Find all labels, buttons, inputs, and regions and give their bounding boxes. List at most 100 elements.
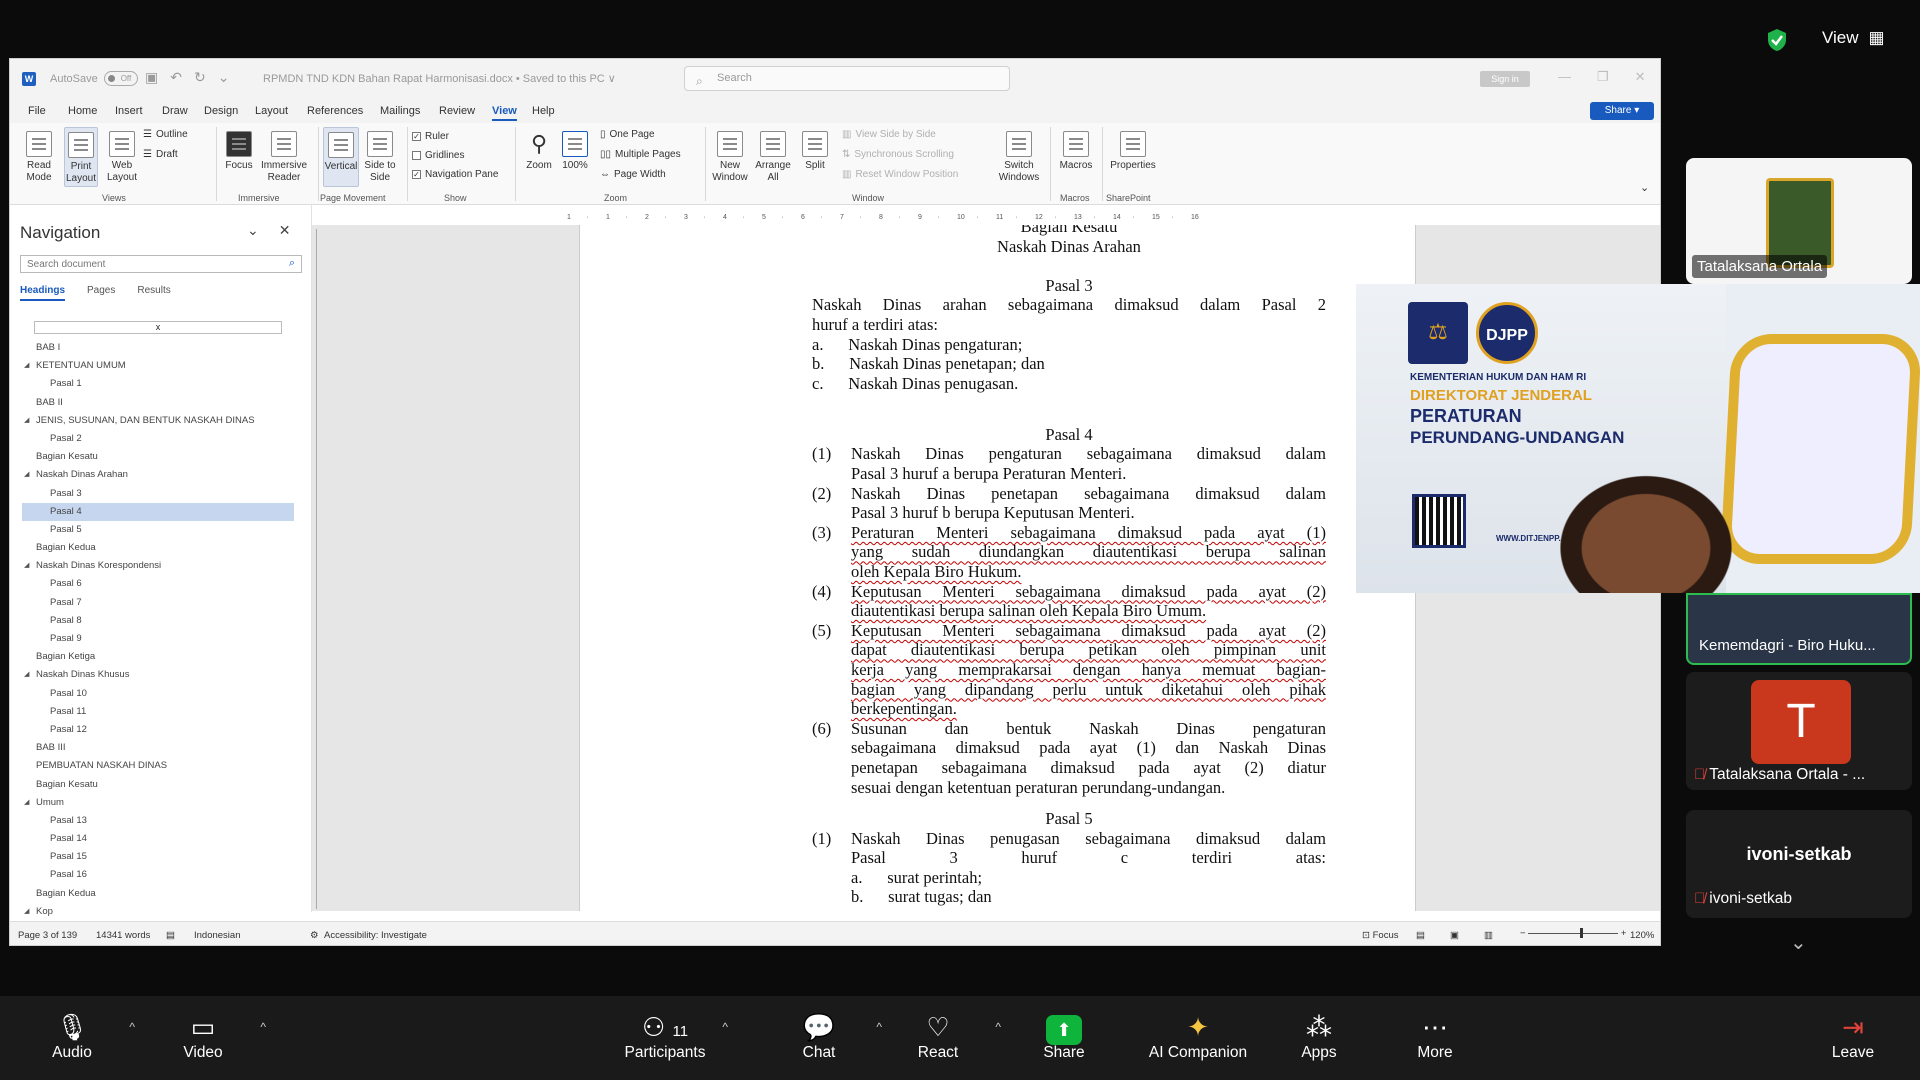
vertical-ruler[interactable] — [316, 229, 326, 909]
redo-icon[interactable]: ↻ — [194, 69, 206, 86]
more-button[interactable]: ⋯ More — [1380, 1010, 1490, 1062]
page-width-button[interactable]: ⇔ Page Width — [600, 169, 666, 180]
sync-scrolling-button[interactable]: ⇅ Synchronous Scrolling — [842, 149, 954, 160]
zoom-level[interactable]: 120% — [1630, 930, 1654, 941]
switch-windows-button[interactable]: Switch Windows — [996, 131, 1042, 184]
leave-button[interactable]: ⇥ Leave — [1798, 1010, 1908, 1062]
tab-mailings[interactable]: Mailings — [380, 105, 420, 117]
web-layout-icon[interactable]: ▥ — [1484, 930, 1493, 941]
nav-filter-box[interactable]: x — [34, 321, 282, 334]
web-layout-button[interactable]: Web Layout — [104, 131, 140, 184]
customize-icon[interactable]: ⌄ — [218, 69, 230, 86]
vertical-button[interactable]: Vertical — [323, 127, 359, 187]
video-tile-tatalaksana-2[interactable]: T 🎙̸ Tatalaksana Ortala - ... — [1686, 672, 1912, 790]
nav-heading-item[interactable]: ◢ Umum — [22, 794, 294, 812]
video-tile-kemendagri[interactable]: Kememdagri - Biro Huku... — [1686, 593, 1912, 665]
nav-heading-item[interactable]: BAB III — [22, 739, 294, 757]
nav-heading-item[interactable]: ◢ KETENTUAN UMUM — [22, 357, 294, 375]
autosave-toggle[interactable]: AutoSave Off — [50, 71, 138, 86]
minimize-icon[interactable]: — — [1558, 69, 1571, 85]
word-count[interactable]: 14341 words — [96, 930, 150, 941]
chat-caret-icon[interactable]: ^ — [876, 1020, 882, 1034]
tab-layout[interactable]: Layout — [255, 105, 288, 117]
tab-insert[interactable]: Insert — [115, 105, 143, 117]
tab-view[interactable]: View — [492, 105, 517, 121]
document-page[interactable]: Bagian Kesatu Naskah Dinas Arahan Pasal 3N… — [579, 225, 1416, 911]
tab-help[interactable]: Help — [532, 105, 555, 117]
nav-heading-item[interactable]: Pasal 10 — [22, 685, 294, 703]
nav-heading-item[interactable]: ◢ Kop — [22, 903, 294, 921]
react-button[interactable]: ♡ React ^ — [883, 1010, 1001, 1062]
horizontal-ruler[interactable]: 1 · 1 · 2 · 3 · 4 · 5 · 6 · 7 · 8 · 9 · 10 · 11 · 12 · 13 · 14 · 15 · 16 — [312, 213, 1660, 225]
collapse-caret-icon[interactable]: ◢ — [24, 412, 29, 430]
search-icon[interactable]: ⌕ — [289, 257, 295, 270]
tab-design[interactable]: Design — [204, 105, 238, 117]
nav-heading-item[interactable]: ◢ Naskah Dinas Korespondensi — [22, 557, 294, 575]
nav-heading-item[interactable]: BAB II — [22, 394, 294, 412]
print-layout-icon[interactable]: ▣ — [1450, 930, 1459, 941]
page-count[interactable]: Page 3 of 139 — [18, 930, 77, 941]
react-caret-icon[interactable]: ^ — [995, 1020, 1001, 1034]
video-tile-tatalaksana[interactable]: Tatalaksana Ortala — [1686, 158, 1912, 284]
reset-window-button[interactable]: ▥ Reset Window Position — [842, 169, 958, 180]
properties-button[interactable]: Properties — [1108, 131, 1158, 172]
nav-heading-item[interactable]: Bagian Kesatu — [22, 776, 294, 794]
nav-heading-item[interactable]: Pasal 5 — [22, 521, 294, 539]
close-icon[interactable]: ✕ — [279, 222, 291, 239]
video-tile-ivoni[interactable]: ivoni-setkab 🎙̸ ivoni-setkab — [1686, 810, 1912, 918]
tab-pages[interactable]: Pages — [87, 285, 115, 301]
nav-heading-item[interactable]: Bagian Kedua — [22, 885, 294, 903]
apps-button[interactable]: ⁂ Apps — [1264, 1010, 1374, 1062]
tab-headings[interactable]: Headings — [20, 285, 66, 301]
nav-heading-item[interactable]: Pasal 8 — [22, 612, 294, 630]
chevron-down-icon[interactable]: ⌄ — [247, 222, 259, 239]
autosave-state[interactable]: Off — [103, 71, 138, 86]
print-layout-button[interactable]: Print Layout — [64, 127, 98, 187]
gridlines-checkbox[interactable]: Gridlines — [412, 150, 464, 161]
share-button[interactable]: Share ▾ — [1590, 102, 1654, 120]
nav-heading-item[interactable]: Pasal 16 — [22, 866, 294, 884]
undo-icon[interactable]: ↶ — [170, 69, 182, 86]
collapse-caret-icon[interactable]: ◢ — [24, 466, 29, 484]
nav-heading-item[interactable]: ◢ Naskah Dinas Khusus — [22, 666, 294, 684]
tab-draw[interactable]: Draw — [162, 105, 188, 117]
draft-button[interactable]: ☰ Draft — [143, 149, 178, 160]
video-button[interactable]: ▭ Video ^ — [148, 1010, 266, 1062]
collapse-caret-icon[interactable]: ◢ — [24, 903, 29, 921]
nav-heading-item[interactable]: ◢ Naskah Dinas Arahan — [22, 466, 294, 484]
nav-heading-item[interactable]: Pasal 12 — [22, 721, 294, 739]
tab-references[interactable]: References — [307, 105, 363, 117]
nav-heading-item[interactable]: Pasal 2 — [22, 430, 294, 448]
tab-home[interactable]: Home — [68, 105, 97, 117]
read-mode-button[interactable]: Read Mode — [22, 131, 56, 184]
focus-mode[interactable]: ⊡ Focus — [1362, 930, 1398, 941]
chat-button[interactable]: 💬 Chat ^ — [764, 1010, 882, 1062]
read-mode-icon[interactable]: ▤ — [1416, 930, 1425, 941]
nav-heading-item[interactable]: Bagian Ketiga — [22, 648, 294, 666]
collapse-ribbon-icon[interactable]: ⌄ — [1640, 181, 1649, 194]
multiple-pages-button[interactable]: ▯▯ Multiple Pages — [600, 149, 681, 160]
language[interactable]: Indonesian — [194, 930, 240, 941]
nav-heading-item[interactable]: Pasal 6 — [22, 575, 294, 593]
sign-in-button[interactable]: Sign in — [1480, 71, 1530, 87]
collapse-caret-icon[interactable]: ◢ — [24, 357, 29, 375]
split-button[interactable]: Split — [798, 131, 832, 172]
new-window-button[interactable]: New Window — [710, 131, 750, 184]
tab-review[interactable]: Review — [439, 105, 475, 117]
collapse-caret-icon[interactable]: ◢ — [24, 557, 29, 575]
nav-heading-item[interactable]: BAB I — [22, 339, 294, 357]
navigation-pane-checkbox[interactable]: ✓ Navigation Pane — [412, 169, 498, 180]
search-box[interactable]: ⌕ Search — [684, 66, 1010, 91]
nav-heading-item[interactable]: Pasal 11 — [22, 703, 294, 721]
view-side-by-side-button[interactable]: ▥ View Side by Side — [842, 129, 936, 140]
collapse-caret-icon[interactable]: ◢ — [24, 794, 29, 812]
immersive-reader-button[interactable]: Immersive Reader — [260, 131, 308, 184]
nav-heading-item[interactable]: PEMBUATAN NASKAH DINAS — [22, 757, 294, 775]
focus-button[interactable]: Focus — [222, 131, 256, 172]
restore-icon[interactable]: ❐ — [1597, 69, 1609, 85]
security-shield-icon[interactable] — [1766, 28, 1788, 52]
collapse-caret-icon[interactable]: ◢ — [24, 666, 29, 684]
nav-heading-item[interactable]: Bagian Kedua — [22, 539, 294, 557]
audio-caret-icon[interactable]: ^ — [129, 1020, 135, 1034]
nav-heading-item[interactable]: Pasal 9 — [22, 630, 294, 648]
